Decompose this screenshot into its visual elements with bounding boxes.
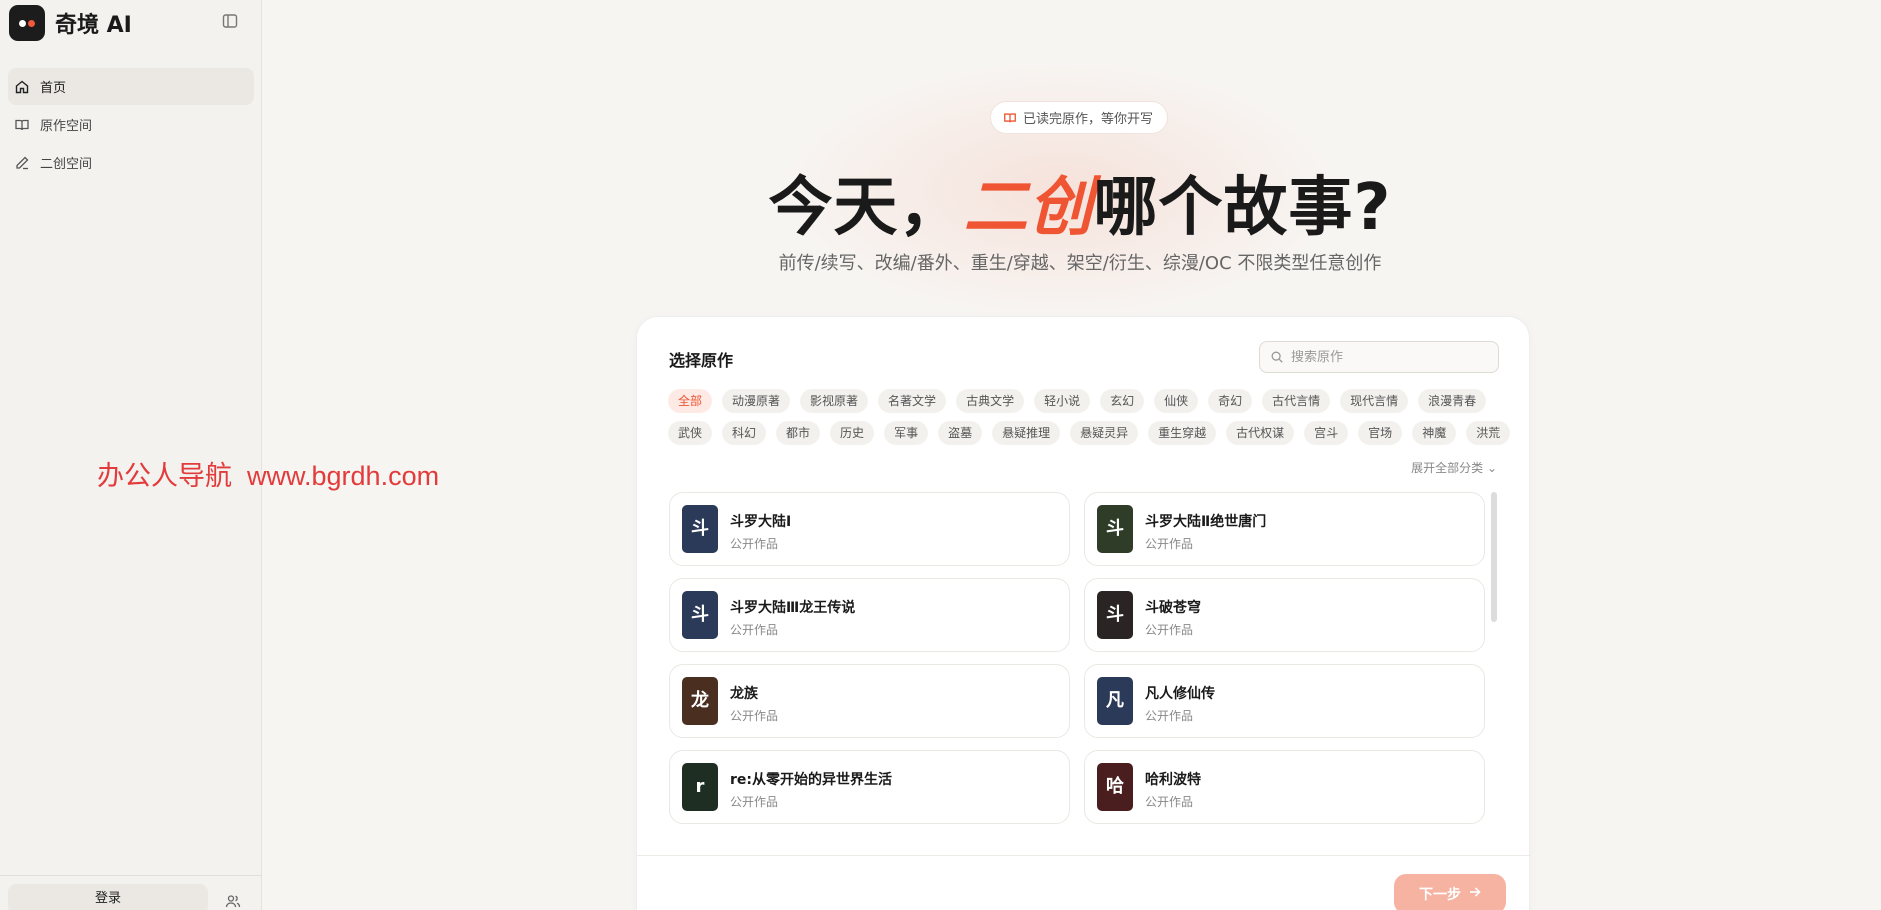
category-tag[interactable]: 都市: [776, 421, 821, 445]
users-icon[interactable]: [225, 893, 241, 909]
app-name: 奇境 AI: [55, 13, 132, 38]
work-title: 斗破苍穹: [1145, 600, 1201, 616]
home-icon: [14, 79, 30, 95]
category-tag[interactable]: 悬疑灵异: [1070, 421, 1139, 445]
category-tag[interactable]: 宫斗: [1304, 421, 1349, 445]
category-tag[interactable]: 重生穿越: [1148, 421, 1217, 445]
category-tag[interactable]: 浪漫青春: [1418, 389, 1487, 413]
next-step-button[interactable]: 下一步: [1394, 874, 1506, 910]
work-title: 凡人修仙传: [1145, 686, 1215, 702]
work-card[interactable]: 斗斗罗大陆Ⅲ龙王传说 公开作品: [669, 578, 1070, 652]
sidebar-item-home[interactable]: 首页: [8, 68, 254, 105]
work-picker-card: 选择原作 全部动漫原著影视原著名著文学古典文学轻小说玄幻仙侠奇幻古代言情现代言情…: [636, 316, 1531, 910]
work-card[interactable]: 龙龙族公开作品: [669, 664, 1070, 738]
watermark-text: 办公人导航 www.bgrdh.com: [97, 461, 440, 491]
work-title: 龙族: [730, 686, 758, 702]
category-tag[interactable]: 神魔: [1412, 421, 1457, 445]
scrollbar[interactable]: [1491, 492, 1497, 622]
work-card[interactable]: 凡凡人修仙传公开作品: [1084, 664, 1485, 738]
work-card[interactable]: 斗斗破苍穹公开作品: [1084, 578, 1485, 652]
work-title: re:从零开始的异世界生活: [730, 772, 892, 788]
work-title: 斗罗大陆Ⅲ龙王传说: [730, 600, 856, 616]
page-title: 今天，二创哪个故事?: [0, 156, 1881, 248]
brand[interactable]: 奇境 AI: [9, 4, 132, 42]
work-cover: 龙: [682, 677, 718, 725]
login-button[interactable]: 登录: [8, 884, 208, 910]
category-tag[interactable]: 历史: [830, 421, 875, 445]
sidebar-footer: 登录: [0, 875, 262, 910]
picker-title: 选择原作: [669, 351, 734, 370]
work-visibility: 公开作品: [730, 623, 779, 637]
sidebar-item-originals[interactable]: 原作空间: [8, 106, 254, 143]
work-visibility: 公开作品: [1145, 709, 1194, 723]
search-icon: [1270, 350, 1284, 364]
tag-row: 全部 动漫原著 影视原著 名著文学 古典文学 轻小说 玄幻 仙侠 奇幻 古代言情 现代言情 浪漫青春: [668, 389, 1488, 413]
category-tag[interactable]: 古典文学: [956, 389, 1025, 413]
work-visibility: 公开作品: [730, 795, 779, 809]
category-tag[interactable]: 科幻: [722, 421, 767, 445]
category-tag[interactable]: 名著文学: [878, 389, 947, 413]
work-cover: 斗: [1097, 591, 1133, 639]
title-lead: 今天，: [768, 171, 964, 245]
category-tag[interactable]: 玄幻: [1100, 389, 1145, 413]
work-visibility: 公开作品: [730, 537, 779, 551]
search-input[interactable]: [1291, 349, 1491, 365]
category-tag[interactable]: 官场: [1358, 421, 1403, 445]
app-logo: [9, 5, 45, 41]
work-visibility: 公开作品: [1145, 623, 1194, 637]
work-title: 斗罗大陆Ⅰ: [730, 514, 792, 530]
work-title: 斗罗大陆Ⅱ绝世唐门: [1145, 514, 1267, 530]
category-tags: 全部 动漫原著 影视原著 名著文学 古典文学 轻小说 玄幻 仙侠 奇幻 古代言情 现代言情 浪漫青春 …: [668, 389, 1511, 453]
next-step-label: 下一步: [1419, 887, 1461, 903]
category-tag[interactable]: 盗墓: [938, 421, 983, 445]
tag-row: 武侠 科幻 都市 历史 军事 盗墓 悬疑推理 悬疑灵异 重生穿越 古代权谋 宫斗 官场 神魔 洪荒: [668, 421, 1511, 445]
work-visibility: 公开作品: [730, 709, 779, 723]
category-tag[interactable]: 武侠: [668, 421, 713, 445]
category-tag[interactable]: 现代言情: [1340, 389, 1409, 413]
sidebar-item-label: 原作空间: [40, 119, 93, 134]
work-cover: r: [682, 763, 718, 811]
work-visibility: 公开作品: [1145, 795, 1194, 809]
category-tag[interactable]: 轻小说: [1034, 389, 1091, 413]
category-tag[interactable]: 古代言情: [1262, 389, 1331, 413]
category-tag[interactable]: 仙侠: [1154, 389, 1199, 413]
category-tag[interactable]: 洪荒: [1466, 421, 1511, 445]
work-cover: 斗: [682, 591, 718, 639]
divider: [637, 855, 1531, 856]
work-card[interactable]: r re:从零开始的异世界生活 公开作品: [669, 750, 1070, 824]
arrow-right-icon: [1469, 886, 1481, 902]
category-tag[interactable]: 古代权谋: [1226, 421, 1295, 445]
open-book-icon: [1003, 111, 1017, 125]
category-tag[interactable]: 奇幻: [1208, 389, 1253, 413]
expand-label: 展开全部分类: [1411, 461, 1484, 475]
category-tag[interactable]: 动漫原著: [722, 389, 791, 413]
chevron-down-icon: ⌄: [1486, 461, 1497, 475]
work-visibility: 公开作品: [1145, 537, 1194, 551]
category-tag[interactable]: 影视原著: [800, 389, 869, 413]
expand-categories-button[interactable]: 展开全部分类 ⌄: [1411, 459, 1497, 476]
category-tag[interactable]: 悬疑推理: [992, 421, 1061, 445]
category-tag[interactable]: 全部: [668, 389, 713, 413]
book-icon: [14, 117, 30, 133]
sidebar-item-label: 首页: [40, 81, 67, 96]
search-box[interactable]: [1259, 341, 1499, 373]
page-subtitle: 前传/续写、改编/番外、重生/穿越、架空/衍生、综漫/OC 不限类型任意创作: [778, 253, 1382, 274]
title-tail: 哪个故事?: [1093, 171, 1392, 245]
work-cover: 斗: [1097, 505, 1133, 553]
work-cover: 哈: [1097, 763, 1133, 811]
work-cover: 凡: [1097, 677, 1133, 725]
sidebar-toggle-icon[interactable]: [221, 12, 239, 30]
title-accent: 二创: [963, 171, 1094, 245]
work-card[interactable]: 斗斗罗大陆Ⅰ 公开作品: [669, 492, 1070, 566]
category-tag[interactable]: 军事: [884, 421, 929, 445]
work-cover: 斗: [682, 505, 718, 553]
status-badge: 已读完原作，等你开写: [990, 101, 1169, 134]
work-card[interactable]: 斗斗罗大陆Ⅱ绝世唐门 公开作品: [1084, 492, 1485, 566]
status-badge-text: 已读完原作，等你开写: [1023, 112, 1154, 127]
work-card[interactable]: 哈哈利波特公开作品: [1084, 750, 1485, 824]
work-title: 哈利波特: [1145, 772, 1201, 788]
